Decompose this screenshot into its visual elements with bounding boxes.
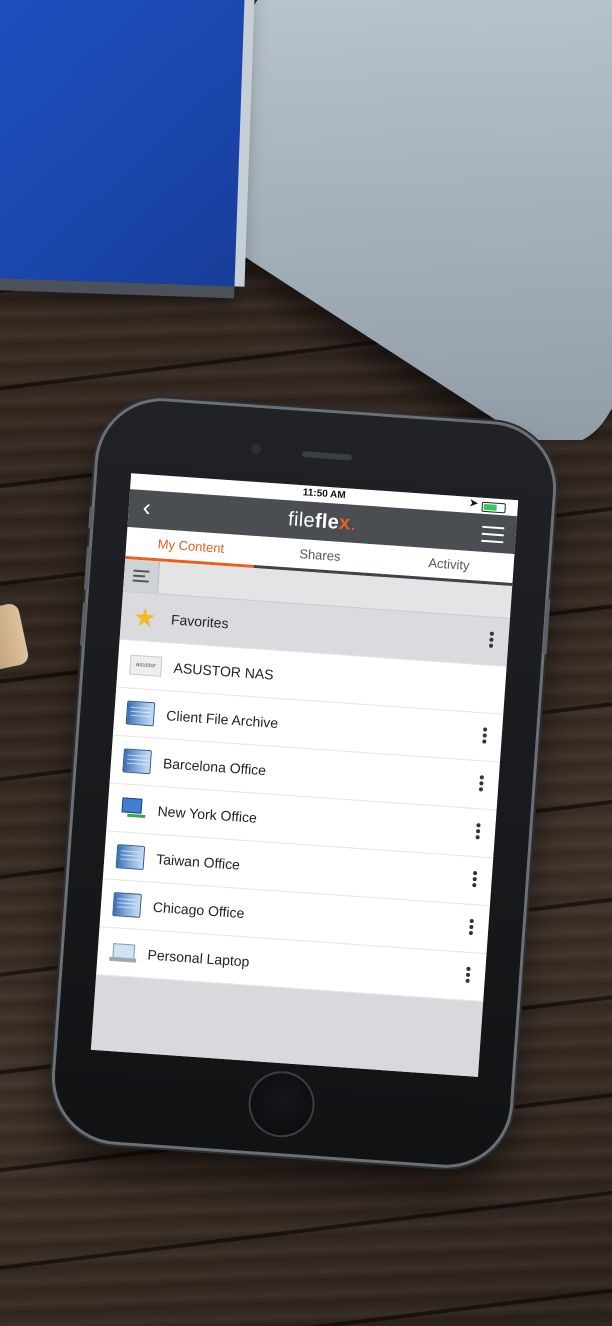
- more-options-icon[interactable]: [478, 775, 485, 793]
- list-item-label: Client File Archive: [165, 706, 279, 731]
- laptop-icon: [109, 940, 137, 964]
- mute-switch: [88, 506, 94, 529]
- more-options-icon[interactable]: [481, 727, 488, 745]
- logo-part-dot: .: [349, 512, 358, 535]
- list-item-label: Taiwan Office: [155, 850, 241, 873]
- more-options-icon[interactable]: [488, 631, 495, 650]
- more-options-icon[interactable]: [468, 918, 475, 937]
- earpiece-speaker: [301, 451, 353, 461]
- more-options-icon[interactable]: [471, 871, 478, 889]
- server-icon: [122, 747, 152, 774]
- list-item-label: Favorites: [170, 610, 230, 631]
- home-button[interactable]: [246, 1068, 317, 1140]
- server-icon: [112, 891, 142, 918]
- list-item-label: Chicago Office: [152, 898, 245, 921]
- server-icon: [115, 843, 146, 870]
- sort-filter-icon[interactable]: [122, 558, 161, 594]
- content-list: ★ Favorites asustor ASUSTOR NAS Client F…: [90, 591, 510, 1077]
- location-arrow-icon: ➤: [469, 497, 479, 510]
- server-icon: [125, 699, 156, 726]
- blue-notebook: [0, 0, 256, 287]
- list-item-label: New York Office: [157, 802, 258, 826]
- app-screen: 11:50 AM ➤ ‹ fileflex. My Content Shares…: [90, 473, 519, 1077]
- list-item-label: ASUSTOR NAS: [173, 659, 275, 683]
- logo-part-fle: fle: [314, 510, 340, 534]
- battery-icon: [481, 501, 506, 514]
- list-item-label: Personal Laptop: [147, 946, 250, 970]
- logo-part-file: file: [287, 508, 316, 533]
- smartphone: 11:50 AM ➤ ‹ fileflex. My Content Shares…: [50, 396, 558, 1170]
- front-camera: [250, 443, 262, 455]
- more-options-icon[interactable]: [474, 823, 481, 841]
- hamburger-menu-icon[interactable]: [481, 525, 505, 548]
- list-item-label: Barcelona Office: [162, 754, 267, 778]
- network-computer-icon: [119, 796, 146, 821]
- asustor-logo-icon: asustor: [129, 654, 163, 677]
- more-options-icon[interactable]: [464, 966, 471, 985]
- star-icon: ★: [132, 601, 158, 633]
